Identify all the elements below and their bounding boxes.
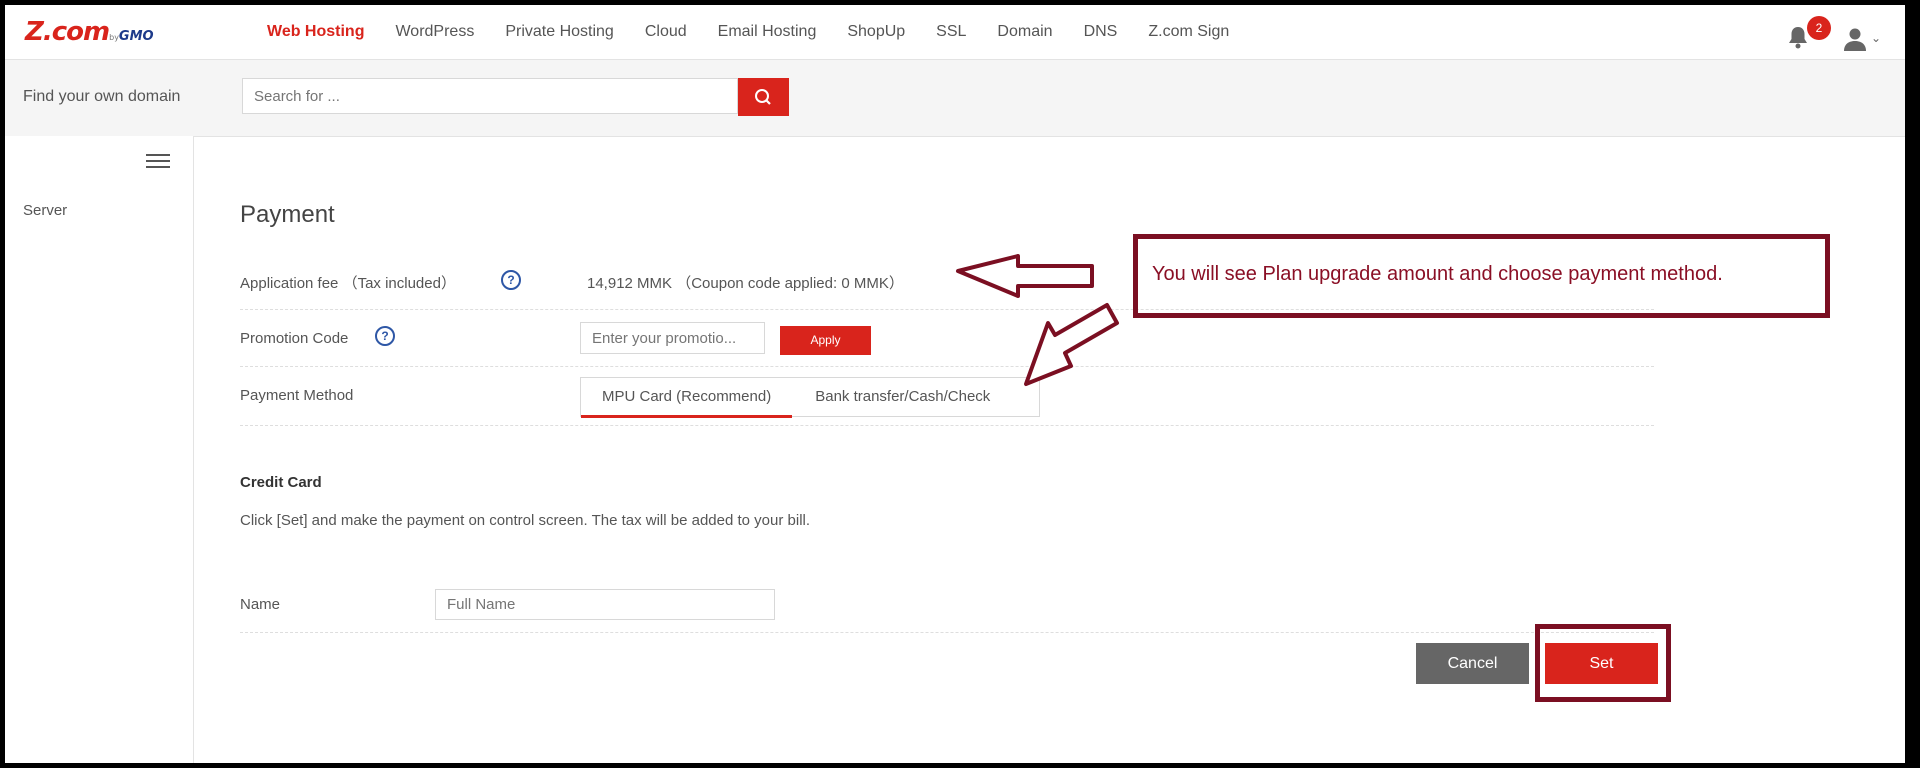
arrow-left-annotation	[956, 254, 1094, 298]
arrow-diagonal-annotation	[1024, 303, 1119, 386]
page-frame: Z.combyGMO Web Hosting WordPress Private…	[5, 5, 1905, 763]
annotation-arrows	[956, 254, 1119, 386]
